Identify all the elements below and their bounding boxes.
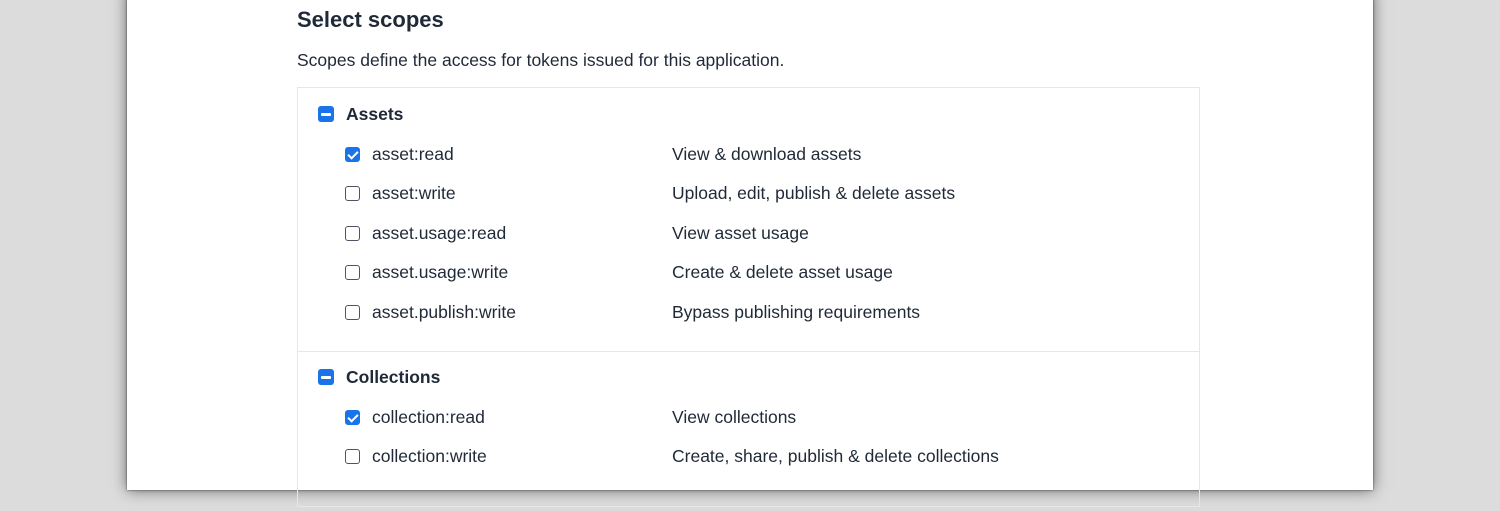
scope-name: collection:read [372,406,485,427]
indeterminate-checkbox-assets[interactable] [318,106,334,122]
scope-description: View asset usage [672,222,809,243]
indeterminate-checkbox-collections[interactable] [318,369,334,385]
scope-row-asset-read: asset:read View & download assets [345,144,1165,164]
group-label-collections: Collections [346,366,441,387]
checkbox-collection-read[interactable] [345,409,360,425]
section-description: Scopes define the access for tokens issu… [297,50,785,70]
checkbox-collection-write[interactable] [345,448,360,464]
scope-description: View collections [672,406,797,427]
scope-name: asset.publish:write [372,301,516,322]
group-label-assets: Assets [346,103,404,124]
checkbox-asset-read[interactable] [345,146,360,162]
scope-description: Create & delete asset usage [672,261,893,282]
scope-row-collection-write: collection:write Create, share, publish … [345,446,1165,466]
scope-group-collections: Collections collection:read View collect… [298,351,1199,511]
scope-name: asset.usage:write [372,261,509,282]
scope-row-asset-publish-write: asset.publish:write Bypass publishing re… [345,302,1165,322]
checkbox-asset-write[interactable] [345,185,360,201]
scope-row-asset-write: asset:write Upload, edit, publish & dele… [345,183,1165,203]
scope-description: Create, share, publish & delete collecti… [672,445,999,466]
scope-description: Bypass publishing requirements [672,301,921,322]
scope-description: View & download assets [672,143,862,164]
scope-name: collection:write [372,445,487,466]
group-toggle-assets[interactable]: Assets [318,103,404,124]
checkbox-asset-publish-write[interactable] [345,304,360,320]
scope-row-asset-usage-write: asset.usage:write Create & delete asset … [345,262,1165,282]
scope-name: asset.usage:read [372,222,507,243]
group-toggle-collections[interactable]: Collections [318,366,441,387]
scope-name: asset:read [372,143,454,164]
section-title: Select scopes [297,7,444,32]
scope-group-assets: Assets asset:read View & download assets… [298,88,1199,352]
checkbox-asset-usage-read[interactable] [345,225,360,241]
scopes-dialog: Select scopes Scopes define the access f… [127,0,1373,507]
checkbox-asset-usage-write[interactable] [345,264,360,280]
scopes-panel: Assets asset:read View & download assets… [297,87,1200,507]
scope-name: asset:write [372,182,456,203]
scope-description: Upload, edit, publish & delete assets [672,182,956,203]
scope-row-collection-read: collection:read View collections [345,407,1165,427]
scope-row-asset-usage-read: asset.usage:read View asset usage [345,223,1165,243]
